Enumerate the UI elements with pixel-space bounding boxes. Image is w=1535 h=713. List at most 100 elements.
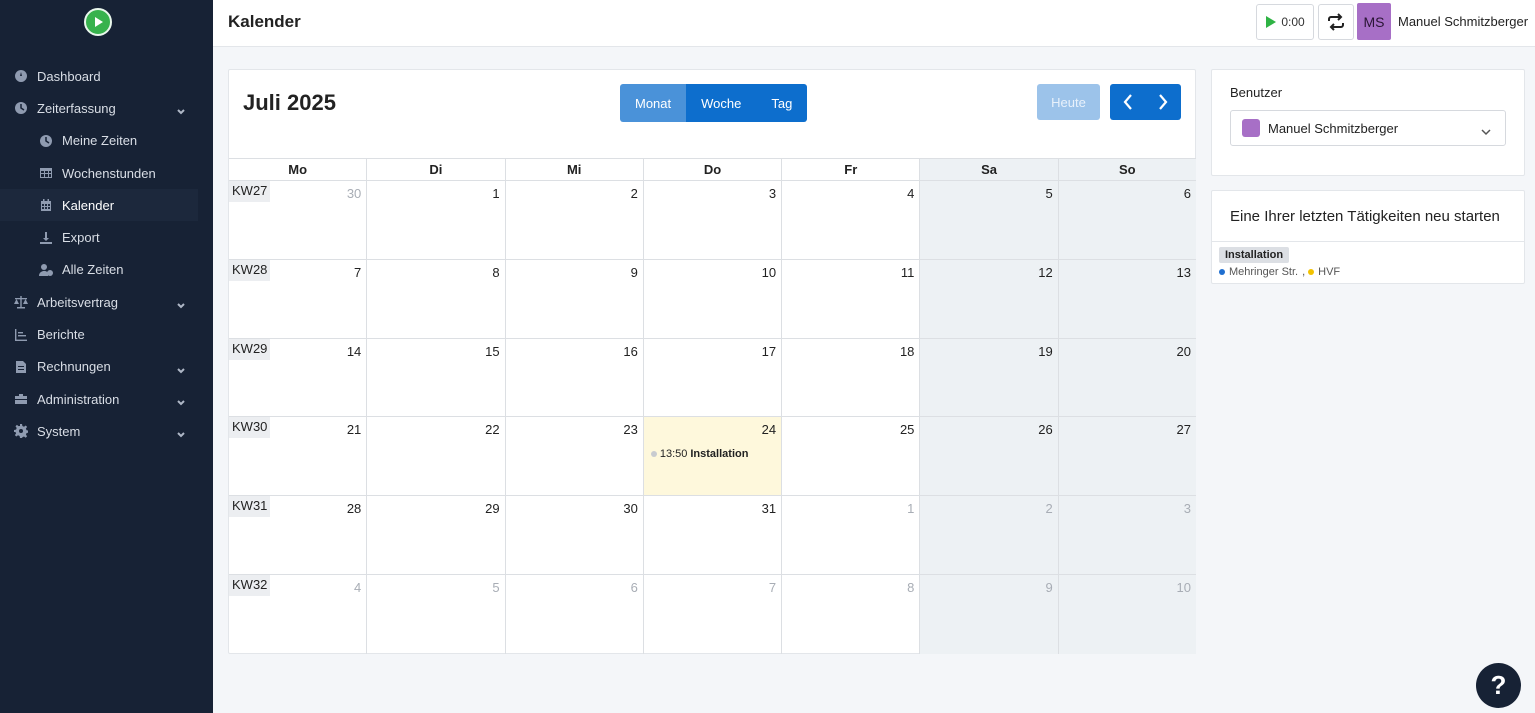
day-number[interactable]: 31 xyxy=(762,501,776,516)
day-number[interactable]: 30 xyxy=(347,186,361,201)
previous-month-button[interactable] xyxy=(1110,84,1146,120)
day-number[interactable]: 16 xyxy=(623,344,637,359)
day-cell[interactable]: 9 xyxy=(506,259,644,338)
day-cell[interactable]: 25 xyxy=(782,417,921,496)
week-number[interactable]: KW27 xyxy=(229,181,271,202)
day-number[interactable]: 7 xyxy=(354,265,361,280)
day-cell[interactable]: 20 xyxy=(1058,338,1196,417)
day-number[interactable]: 27 xyxy=(1177,422,1191,437)
day-number[interactable]: 4 xyxy=(354,580,361,595)
day-cell[interactable]: 8 xyxy=(782,574,921,654)
user-select[interactable]: Manuel Schmitzberger xyxy=(1230,110,1506,146)
sidebar-item-export[interactable]: Export xyxy=(0,221,213,253)
day-number[interactable]: 6 xyxy=(1184,186,1191,201)
sidebar-item-berichte[interactable]: Berichte xyxy=(0,318,213,350)
day-cell[interactable]: 9 xyxy=(920,574,1059,654)
day-cell-today[interactable]: 24 13:50 Installation xyxy=(643,417,783,496)
day-cell[interactable]: 18 xyxy=(782,338,921,417)
day-cell[interactable]: 10 xyxy=(1058,574,1196,654)
day-cell[interactable]: 26 xyxy=(920,417,1059,496)
week-number[interactable]: KW29 xyxy=(229,338,271,360)
day-number[interactable]: 11 xyxy=(901,265,915,280)
day-cell[interactable]: 12 xyxy=(920,259,1059,338)
day-number[interactable]: 19 xyxy=(1038,344,1052,359)
day-number[interactable]: 8 xyxy=(492,265,499,280)
day-cell[interactable]: 29 xyxy=(367,496,506,574)
day-cell[interactable]: 3 xyxy=(1058,496,1196,574)
day-number[interactable]: 24 xyxy=(762,422,776,437)
activity-badge[interactable]: Installation xyxy=(1219,247,1290,263)
day-number[interactable]: 18 xyxy=(900,344,914,359)
day-cell[interactable]: 3 xyxy=(644,181,783,259)
sidebar-item-alle-zeiten[interactable]: Alle Zeiten xyxy=(0,254,213,286)
sidebar-item-dashboard[interactable]: Dashboard xyxy=(0,60,213,92)
day-number[interactable]: 5 xyxy=(492,580,499,595)
app-logo[interactable] xyxy=(84,8,112,36)
day-cell[interactable]: 6 xyxy=(1058,181,1196,259)
day-cell[interactable]: 5 xyxy=(367,574,506,654)
switch-button[interactable] xyxy=(1318,4,1354,40)
day-cell[interactable]: 2 xyxy=(920,496,1059,574)
day-number[interactable]: 3 xyxy=(1184,501,1191,516)
day-number[interactable]: 9 xyxy=(631,265,638,280)
day-cell[interactable]: 6 xyxy=(506,574,644,654)
calendar-event[interactable]: 13:50 Installation xyxy=(650,448,748,460)
day-cell[interactable]: 19 xyxy=(920,338,1059,417)
day-number[interactable]: 10 xyxy=(1177,580,1191,595)
day-number[interactable]: 20 xyxy=(1177,344,1191,359)
day-number[interactable]: 14 xyxy=(347,344,361,359)
day-cell[interactable]: 17 xyxy=(644,338,783,417)
day-number[interactable]: 17 xyxy=(762,344,776,359)
week-number[interactable]: KW28 xyxy=(229,259,271,281)
view-tag-button[interactable]: Tag xyxy=(756,84,808,122)
day-number[interactable]: 23 xyxy=(623,422,637,437)
day-cell[interactable]: 1 xyxy=(782,496,921,574)
day-cell[interactable]: 31 xyxy=(644,496,783,574)
day-cell[interactable]: 27 xyxy=(1058,417,1196,496)
day-cell[interactable]: 30 xyxy=(506,496,644,574)
day-number[interactable]: 2 xyxy=(631,186,638,201)
day-cell[interactable]: 11 xyxy=(782,259,921,338)
day-number[interactable]: 25 xyxy=(900,422,914,437)
week-number[interactable]: KW32 xyxy=(229,574,271,596)
day-cell[interactable]: 13 xyxy=(1058,259,1196,338)
help-button[interactable]: ? xyxy=(1476,663,1521,708)
day-number[interactable]: 29 xyxy=(485,501,499,516)
view-monat-button[interactable]: Monat xyxy=(620,84,687,122)
day-number[interactable]: 22 xyxy=(485,422,499,437)
day-cell[interactable]: 1 xyxy=(367,181,506,259)
day-number[interactable]: 7 xyxy=(769,580,776,595)
day-number[interactable]: 1 xyxy=(907,501,914,516)
day-number[interactable]: 9 xyxy=(1045,580,1052,595)
day-cell[interactable]: 16 xyxy=(506,338,644,417)
day-number[interactable]: 6 xyxy=(631,580,638,595)
day-number[interactable]: 8 xyxy=(907,580,914,595)
day-number[interactable]: 15 xyxy=(485,344,499,359)
week-number[interactable]: KW30 xyxy=(229,417,271,439)
day-number[interactable]: 13 xyxy=(1177,265,1191,280)
week-number[interactable]: KW31 xyxy=(229,496,271,518)
day-number[interactable]: 30 xyxy=(623,501,637,516)
sidebar-item-administration[interactable]: Administration xyxy=(0,383,213,415)
day-number[interactable]: 2 xyxy=(1045,501,1052,516)
day-number[interactable]: 26 xyxy=(1038,422,1052,437)
day-cell[interactable]: 15 xyxy=(367,338,506,417)
day-cell[interactable]: 5 xyxy=(920,181,1059,259)
avatar[interactable]: MS xyxy=(1357,3,1391,40)
day-number[interactable]: 5 xyxy=(1045,186,1052,201)
day-cell[interactable]: 2 xyxy=(506,181,644,259)
day-number[interactable]: 10 xyxy=(762,265,776,280)
day-number[interactable]: 28 xyxy=(347,501,361,516)
day-number[interactable]: 12 xyxy=(1038,265,1052,280)
day-number[interactable]: 1 xyxy=(492,186,499,201)
day-cell[interactable]: 23 xyxy=(506,417,644,496)
day-cell[interactable]: 8 xyxy=(367,259,506,338)
day-number[interactable]: 21 xyxy=(347,422,361,437)
sidebar-item-rechnungen[interactable]: Rechnungen xyxy=(0,351,213,383)
view-woche-button[interactable]: Woche xyxy=(686,84,757,122)
sidebar-item-kalender[interactable]: Kalender xyxy=(0,189,198,222)
day-cell[interactable]: 4 xyxy=(782,181,921,259)
sidebar-item-wochenstunden[interactable]: Wochenstunden xyxy=(0,157,213,189)
day-cell[interactable]: 22 xyxy=(367,417,506,496)
sidebar-item-arbeitsvertrag[interactable]: Arbeitsvertrag xyxy=(0,286,213,318)
